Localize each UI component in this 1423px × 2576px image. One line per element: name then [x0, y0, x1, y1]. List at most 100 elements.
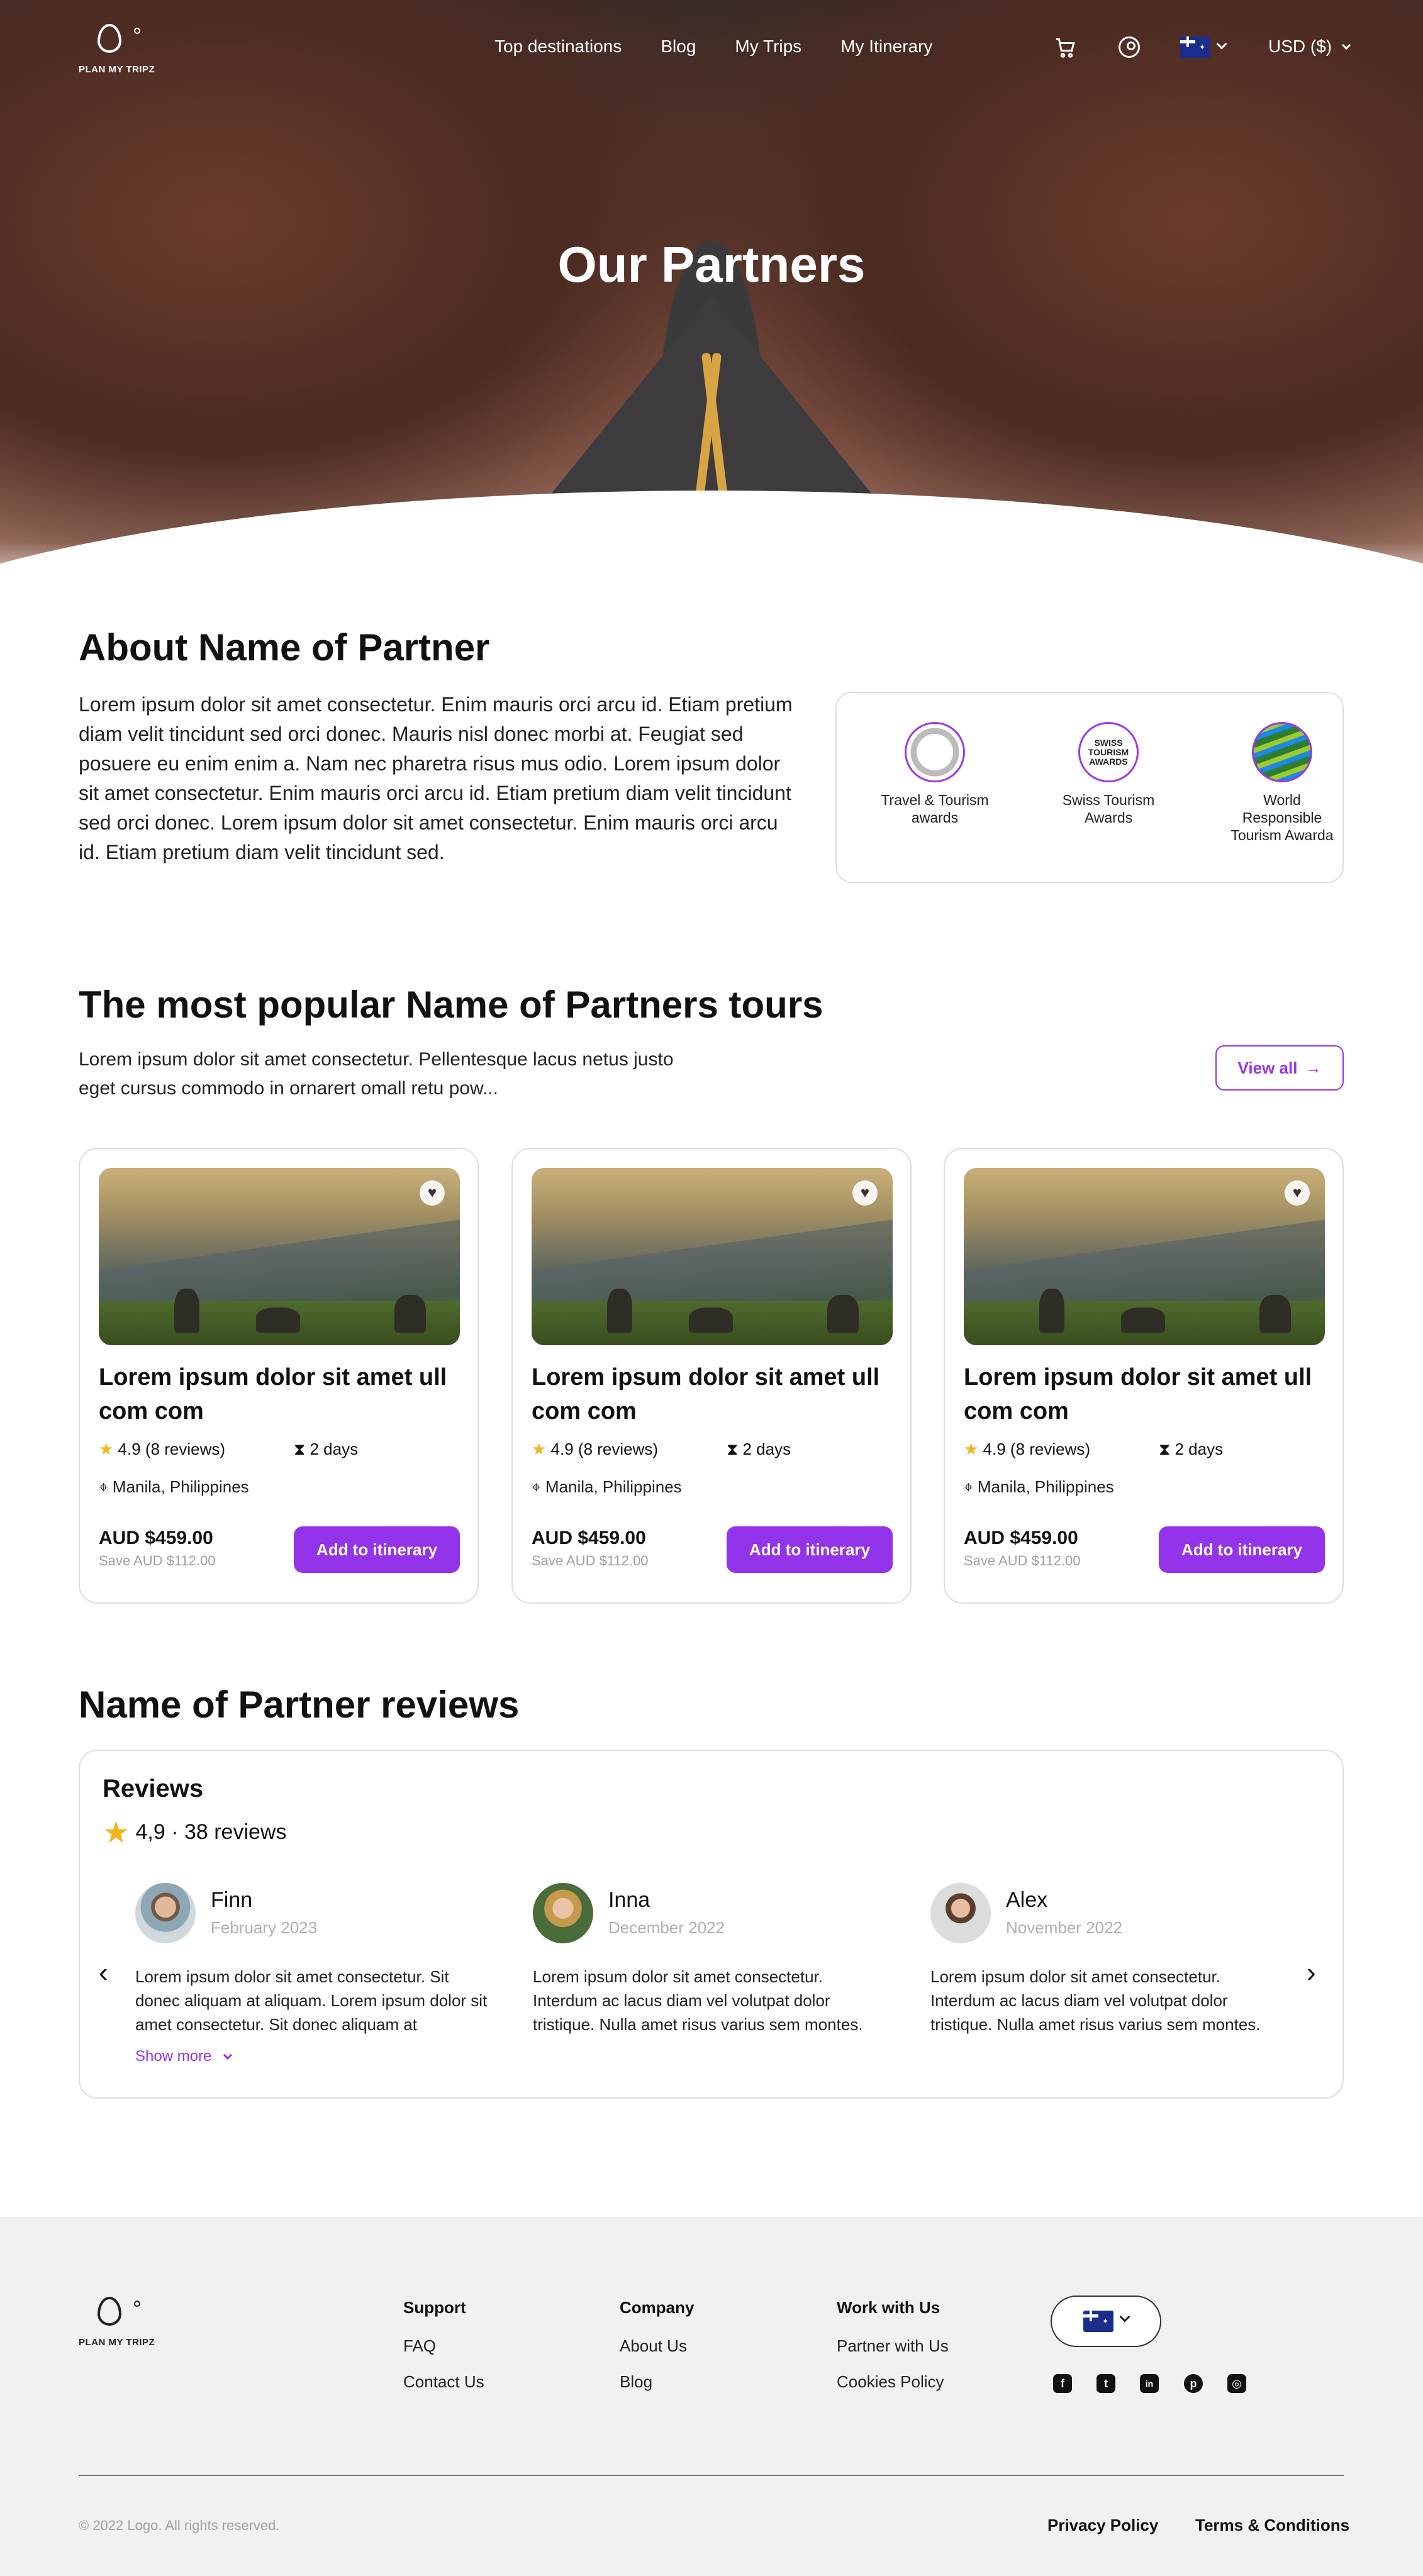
cart-icon[interactable] — [1054, 36, 1077, 59]
language-selector[interactable] — [1051, 2296, 1161, 2347]
pinterest-icon[interactable]: p — [1184, 2374, 1203, 2393]
star-icon: ★ — [532, 1440, 547, 1458]
account-icon[interactable] — [1119, 36, 1140, 58]
footer-logo[interactable]: PLAN MY TRIPZ — [79, 2297, 155, 2353]
award-badge-icon — [905, 722, 965, 782]
tour-location: ⌖ Manila, Philippines — [532, 1477, 682, 1496]
tour-image: ♥ — [532, 1168, 893, 1345]
tours-title: The most popular Name of Partners tours — [79, 984, 823, 1026]
add-to-itinerary-button[interactable]: Add to itinerary — [294, 1526, 460, 1573]
nav-my-itinerary[interactable]: My Itinerary — [840, 36, 932, 57]
reviews-title: Name of Partner reviews — [79, 1684, 520, 1726]
australia-flag-icon — [1083, 2311, 1113, 2332]
tour-location: ⌖ Manila, Philippines — [964, 1477, 1114, 1496]
nav-my-trips[interactable]: My Trips — [735, 36, 801, 57]
page-title: Our Partners — [557, 236, 866, 292]
currency-selector[interactable]: USD ($) — [1268, 36, 1351, 57]
review-text: Lorem ipsum dolor sit amet consectetur. … — [533, 1967, 863, 2034]
map-pin-icon — [98, 2297, 121, 2326]
chevron-left-icon[interactable]: ‹ — [99, 1957, 108, 1989]
view-all-button[interactable]: View all → — [1215, 1045, 1344, 1091]
chevron-down-icon — [223, 2050, 233, 2060]
footer-link-cookies[interactable]: Cookies Policy — [837, 2372, 949, 2392]
tour-savings: Save AUD $112.00 — [532, 1553, 649, 1568]
tour-duration: ⧗ 2 days — [294, 1440, 359, 1458]
copyright: © 2022 Logo. All rights reserved. — [79, 2518, 280, 2533]
hourglass-icon: ⧗ — [1159, 1440, 1171, 1458]
australia-flag-icon[interactable] — [1180, 36, 1210, 58]
heart-icon[interactable]: ♥ — [420, 1180, 445, 1206]
tour-price: AUD $459.00 — [99, 1528, 213, 1548]
terms-link[interactable]: Terms & Conditions — [1195, 2516, 1349, 2535]
tour-rating: ★ 4.9 (8 reviews) — [99, 1440, 226, 1458]
avatar — [135, 1883, 196, 1943]
globe-badge-icon — [1252, 722, 1312, 782]
heart-icon[interactable]: ♥ — [1285, 1180, 1310, 1206]
footer-link-blog[interactable]: Blog — [620, 2372, 694, 2392]
footer-link-contact[interactable]: Contact Us — [403, 2372, 484, 2392]
avatar — [533, 1883, 593, 1943]
tour-image: ♥ — [964, 1168, 1325, 1345]
hourglass-icon: ⧗ — [294, 1440, 306, 1458]
tour-savings: Save AUD $112.00 — [99, 1553, 216, 1568]
location-pin-icon: ⌖ — [99, 1477, 108, 1496]
review-date: February 2023 — [211, 1918, 318, 1937]
add-to-itinerary-button[interactable]: Add to itinerary — [1159, 1526, 1325, 1573]
footer-column-company: Company About Us Blog — [620, 2298, 695, 2392]
star-icon: ★ — [103, 1816, 130, 1850]
nav-blog[interactable]: Blog — [661, 36, 696, 57]
tour-location: ⌖ Manila, Philippines — [99, 1477, 249, 1496]
footer-link-about[interactable]: About Us — [620, 2336, 694, 2356]
star-icon: ★ — [99, 1440, 114, 1458]
reviews-summary: ★ 4,9 · 38 reviews — [103, 1816, 287, 1850]
reviewer-name: Alex — [1006, 1888, 1048, 1912]
footer-link-faq[interactable]: FAQ — [403, 2336, 484, 2356]
nav-links: Top destinations Blog My Trips My Itiner… — [494, 36, 971, 57]
tour-price: AUD $459.00 — [532, 1528, 646, 1548]
logo[interactable]: PLAN MY TRIPZ — [79, 24, 155, 80]
tours-subtitle: Lorem ipsum dolor sit amet consectetur. … — [79, 1049, 674, 1099]
map-pin-icon — [98, 24, 121, 53]
arrow-right-icon: → — [1305, 1058, 1322, 1077]
awards-panel: Travel & Tourism awards SWISS TOURISM AW… — [835, 692, 1344, 883]
tour-duration: ⧗ 2 days — [727, 1440, 791, 1458]
chevron-down-icon — [1341, 40, 1351, 50]
location-pin-icon: ⌖ — [964, 1477, 973, 1496]
facebook-icon[interactable]: f — [1053, 2374, 1072, 2393]
reviews-panel: Reviews ★ 4,9 · 38 reviews ‹ › Finn Febr… — [79, 1750, 1344, 2099]
twitter-icon[interactable]: t — [1097, 2374, 1115, 2393]
privacy-policy-link[interactable]: Privacy Policy — [1047, 2516, 1158, 2535]
reviewer-name: Finn — [211, 1888, 253, 1912]
tour-card[interactable]: ♥ Lorem ipsum dolor sit amet ull com com… — [511, 1148, 912, 1604]
nav-top-destinations[interactable]: Top destinations — [494, 36, 622, 57]
heart-icon[interactable]: ♥ — [852, 1180, 878, 1206]
show-more-link[interactable]: Show more — [135, 2048, 233, 2065]
award-item: Travel & Tourism awards — [878, 722, 991, 826]
award-badge-icon: SWISS TOURISM AWARDS — [1078, 722, 1139, 782]
linkedin-icon[interactable]: in — [1140, 2374, 1159, 2393]
chevron-down-icon — [1119, 2311, 1130, 2323]
tour-card[interactable]: ♥ Lorem ipsum dolor sit amet ull com com… — [944, 1148, 1344, 1604]
chevron-down-icon[interactable] — [1216, 38, 1227, 50]
footer-divider — [79, 2475, 1344, 2476]
instagram-icon[interactable]: ◎ — [1227, 2374, 1246, 2393]
footer-link-partner[interactable]: Partner with Us — [837, 2336, 949, 2356]
add-to-itinerary-button[interactable]: Add to itinerary — [727, 1526, 893, 1573]
about-text: Lorem ipsum dolor sit amet consectetur. … — [79, 693, 793, 863]
location-pin-icon: ⌖ — [532, 1477, 541, 1496]
footer-column-work: Work with Us Partner with Us Cookies Pol… — [837, 2298, 949, 2392]
review-text: Lorem ipsum dolor sit amet consectetur. … — [930, 1967, 1261, 2034]
hourglass-icon: ⧗ — [727, 1440, 739, 1458]
reviewer-name: Inna — [608, 1888, 650, 1912]
star-icon: ★ — [964, 1440, 979, 1458]
tour-rating: ★ 4.9 (8 reviews) — [532, 1440, 659, 1458]
tour-title: Lorem ipsum dolor sit amet ull com com — [532, 1364, 880, 1424]
chevron-right-icon[interactable]: › — [1307, 1957, 1316, 1989]
review-text: Lorem ipsum dolor sit amet consectetur. … — [135, 1967, 488, 2034]
tour-image: ♥ — [99, 1168, 460, 1345]
tour-card[interactable]: ♥ Lorem ipsum dolor sit amet ull com com… — [79, 1148, 479, 1604]
tour-price: AUD $459.00 — [964, 1528, 1078, 1548]
tour-title: Lorem ipsum dolor sit amet ull com com — [99, 1364, 447, 1424]
tour-rating: ★ 4.9 (8 reviews) — [964, 1440, 1091, 1458]
avatar — [930, 1883, 991, 1943]
